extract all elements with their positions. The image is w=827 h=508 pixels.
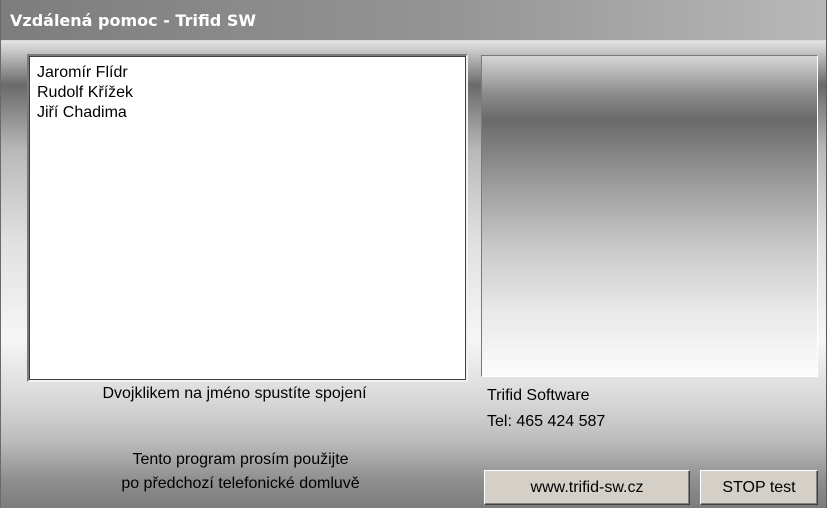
contact-list-item[interactable]: Jaromír Flídr	[29, 63, 466, 83]
usage-note-line-1: Tento program prosím použijte	[132, 451, 349, 468]
title-bar[interactable]: Vzdálená pomoc - Trifid SW	[1, 0, 826, 41]
contact-list-item[interactable]: Jiří Chadima	[29, 103, 466, 123]
website-button[interactable]: www.trifid-sw.cz	[484, 470, 690, 505]
contact-list-hint: Dvojklikem na jméno spustíte spojení	[102, 385, 367, 402]
contact-list-item[interactable]: Rudolf Křížek	[29, 83, 466, 103]
company-name: Trifid Software	[487, 387, 590, 404]
remote-help-window: Vzdálená pomoc - Trifid SW Jaromír Flídr…	[0, 0, 827, 508]
contact-list[interactable]: Jaromír Flídr Rudolf Křížek Jiří Chadima	[27, 54, 468, 382]
logo-image-panel	[481, 55, 818, 377]
company-phone: Tel: 465 424 587	[487, 413, 606, 430]
window-title: Vzdálená pomoc - Trifid SW	[10, 11, 256, 30]
usage-note-line-2: po předchozí telefonické domluvě	[121, 475, 360, 492]
stop-test-button[interactable]: STOP test	[700, 470, 818, 505]
